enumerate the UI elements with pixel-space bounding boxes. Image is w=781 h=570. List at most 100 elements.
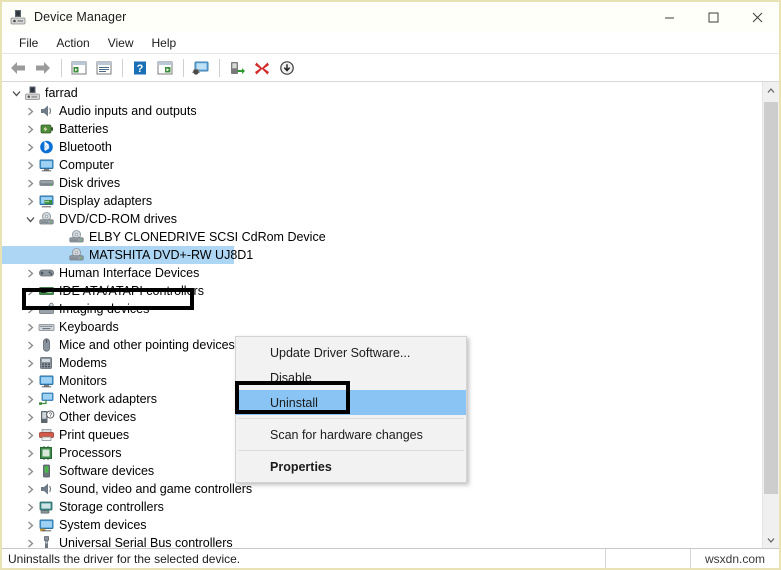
menu-item-action[interactable]: Action — [47, 34, 98, 52]
chevron-right-icon[interactable] — [22, 301, 38, 317]
tree-item-label: Sound, video and game controllers — [59, 482, 253, 496]
chevron-right-icon[interactable] — [22, 463, 38, 479]
tree-item-imaging-devices[interactable]: Imaging devices — [2, 300, 762, 318]
chevron-down-icon[interactable] — [22, 211, 38, 227]
maximize-icon[interactable] — [691, 2, 735, 32]
chevron-right-icon[interactable] — [22, 373, 38, 389]
tree-item-label: Bluetooth — [59, 140, 112, 154]
tree-item-system-devices[interactable]: System devices — [2, 516, 762, 534]
context-menu-item-update-driver-software[interactable]: Update Driver Software... — [236, 340, 466, 365]
scroll-down-arrow-icon[interactable] — [763, 531, 779, 548]
tree-item-elby-clonedrive[interactable]: ELBY CLONEDRIVE SCSI CdRom Device — [2, 228, 762, 246]
chevron-right-icon[interactable] — [22, 121, 38, 137]
back-icon[interactable] — [6, 56, 30, 80]
modem-icon — [38, 355, 55, 371]
minimize-icon[interactable] — [647, 2, 691, 32]
chevron-right-icon[interactable] — [22, 265, 38, 281]
tree-item-label: Modems — [59, 356, 107, 370]
scrollbar-thumb[interactable] — [764, 102, 778, 494]
tree-item-label: Other devices — [59, 410, 137, 424]
chevron-right-icon[interactable] — [22, 337, 38, 353]
scroll-up-arrow-icon[interactable] — [763, 82, 779, 99]
status-bar: Uninstalls the driver for the selected d… — [2, 549, 779, 568]
uninstall-device-icon[interactable] — [250, 56, 274, 80]
context-menu[interactable]: Update Driver Software... Disable Uninst… — [235, 336, 467, 483]
properties-icon[interactable] — [92, 56, 116, 80]
chevron-right-icon[interactable] — [22, 283, 38, 299]
enable-device-icon[interactable] — [225, 56, 249, 80]
tree-item-keyboards[interactable]: Keyboards — [2, 318, 762, 336]
monitor-icon — [38, 373, 55, 389]
processor-icon — [38, 445, 55, 461]
tree-item-label: Network adapters — [59, 392, 157, 406]
printer-icon — [38, 427, 55, 443]
tree-item-label: Computer — [59, 158, 114, 172]
vertical-scrollbar[interactable] — [762, 82, 779, 548]
tree-item-display-adapters[interactable]: Display adapters — [2, 192, 762, 210]
context-menu-item-scan-for-hardware-changes[interactable]: Scan for hardware changes — [236, 422, 466, 447]
tree-item-batteries[interactable]: Batteries — [2, 120, 762, 138]
unknown-device-icon: ? — [38, 409, 55, 425]
forward-icon[interactable] — [31, 56, 55, 80]
chevron-right-icon[interactable] — [22, 175, 38, 191]
window-controls — [647, 2, 779, 32]
chevron-right-icon[interactable] — [22, 355, 38, 371]
update-driver-icon[interactable] — [189, 56, 213, 80]
window-title: Device Manager — [34, 10, 127, 24]
display-adapter-icon — [38, 193, 55, 209]
tree-item-computer[interactable]: Computer — [2, 156, 762, 174]
scan-for-hardware-changes-icon[interactable] — [153, 56, 177, 80]
dvd-drive-icon — [38, 211, 55, 227]
show-hide-console-tree-icon[interactable] — [67, 56, 91, 80]
menu-item-help[interactable]: Help — [143, 34, 186, 52]
toolbar-separator — [183, 58, 184, 77]
chevron-right-icon[interactable] — [22, 103, 38, 119]
chevron-right-icon[interactable] — [22, 139, 38, 155]
chevron-right-icon[interactable] — [22, 157, 38, 173]
menu-item-view[interactable]: View — [99, 34, 143, 52]
help-icon[interactable]: ? — [128, 56, 152, 80]
network-adapter-icon — [38, 391, 55, 407]
software-device-icon — [38, 463, 55, 479]
disable-device-icon[interactable] — [275, 56, 299, 80]
tree-item-label: Disk drives — [59, 176, 121, 190]
chevron-right-icon[interactable] — [22, 193, 38, 209]
tree-item-label: Monitors — [59, 374, 107, 388]
tree-item-storage-controllers[interactable]: Storage controllers — [2, 498, 762, 516]
context-menu-item-properties[interactable]: Properties — [236, 454, 466, 479]
chevron-right-icon[interactable] — [22, 391, 38, 407]
chevron-right-icon[interactable] — [22, 517, 38, 533]
chevron-right-icon[interactable] — [22, 319, 38, 335]
tree-item-ide-ata-atapi-controllers[interactable]: IDE ATA/ATAPI controllers — [2, 282, 762, 300]
chevron-right-icon[interactable] — [22, 427, 38, 443]
chevron-right-icon[interactable] — [22, 481, 38, 497]
chevron-right-icon[interactable] — [22, 499, 38, 515]
toolbar: ? — [2, 54, 779, 82]
device-manager-window: Device Manager File Action View Help ? f… — [0, 0, 781, 570]
watermark: wsxdn.com — [704, 552, 766, 566]
tree-item-label: Audio inputs and outputs — [59, 104, 197, 118]
tree-item-disk-drives[interactable]: Disk drives — [2, 174, 762, 192]
menu-item-file[interactable]: File — [10, 34, 47, 52]
chevron-down-icon[interactable] — [8, 85, 24, 101]
context-menu-item-disable[interactable]: Disable — [236, 365, 466, 390]
keyboard-icon — [38, 319, 55, 335]
tree-item-label: Mice and other pointing devices — [59, 338, 235, 352]
tree-item-bluetooth[interactable]: Bluetooth — [2, 138, 762, 156]
close-icon[interactable] — [735, 2, 779, 32]
context-menu-item-uninstall[interactable]: Uninstall — [236, 390, 466, 415]
tree-item-audio-inputs-and-outputs[interactable]: Audio inputs and outputs — [2, 102, 762, 120]
chevron-right-icon[interactable] — [22, 409, 38, 425]
tree-item-human-interface-devices[interactable]: Human Interface Devices — [2, 264, 762, 282]
tree-item-label: Software devices — [59, 464, 155, 478]
scrollbar-track[interactable] — [763, 99, 779, 531]
system-device-icon — [38, 517, 55, 533]
chevron-right-icon[interactable] — [22, 535, 38, 548]
tree-item-universal-serial-bus-controllers[interactable]: Universal Serial Bus controllers — [2, 534, 762, 548]
tree-item-matshita-dvd-rw[interactable]: MATSHITA DVD+-RW UJ8D1 — [2, 246, 253, 264]
toolbar-separator — [219, 58, 220, 77]
dvd-drive-icon — [68, 229, 85, 245]
chevron-right-icon[interactable] — [22, 445, 38, 461]
tree-item-dvd-cdrom-drives[interactable]: DVD/CD-ROM drives — [2, 210, 762, 228]
tree-item-farrad[interactable]: farrad — [2, 84, 762, 102]
